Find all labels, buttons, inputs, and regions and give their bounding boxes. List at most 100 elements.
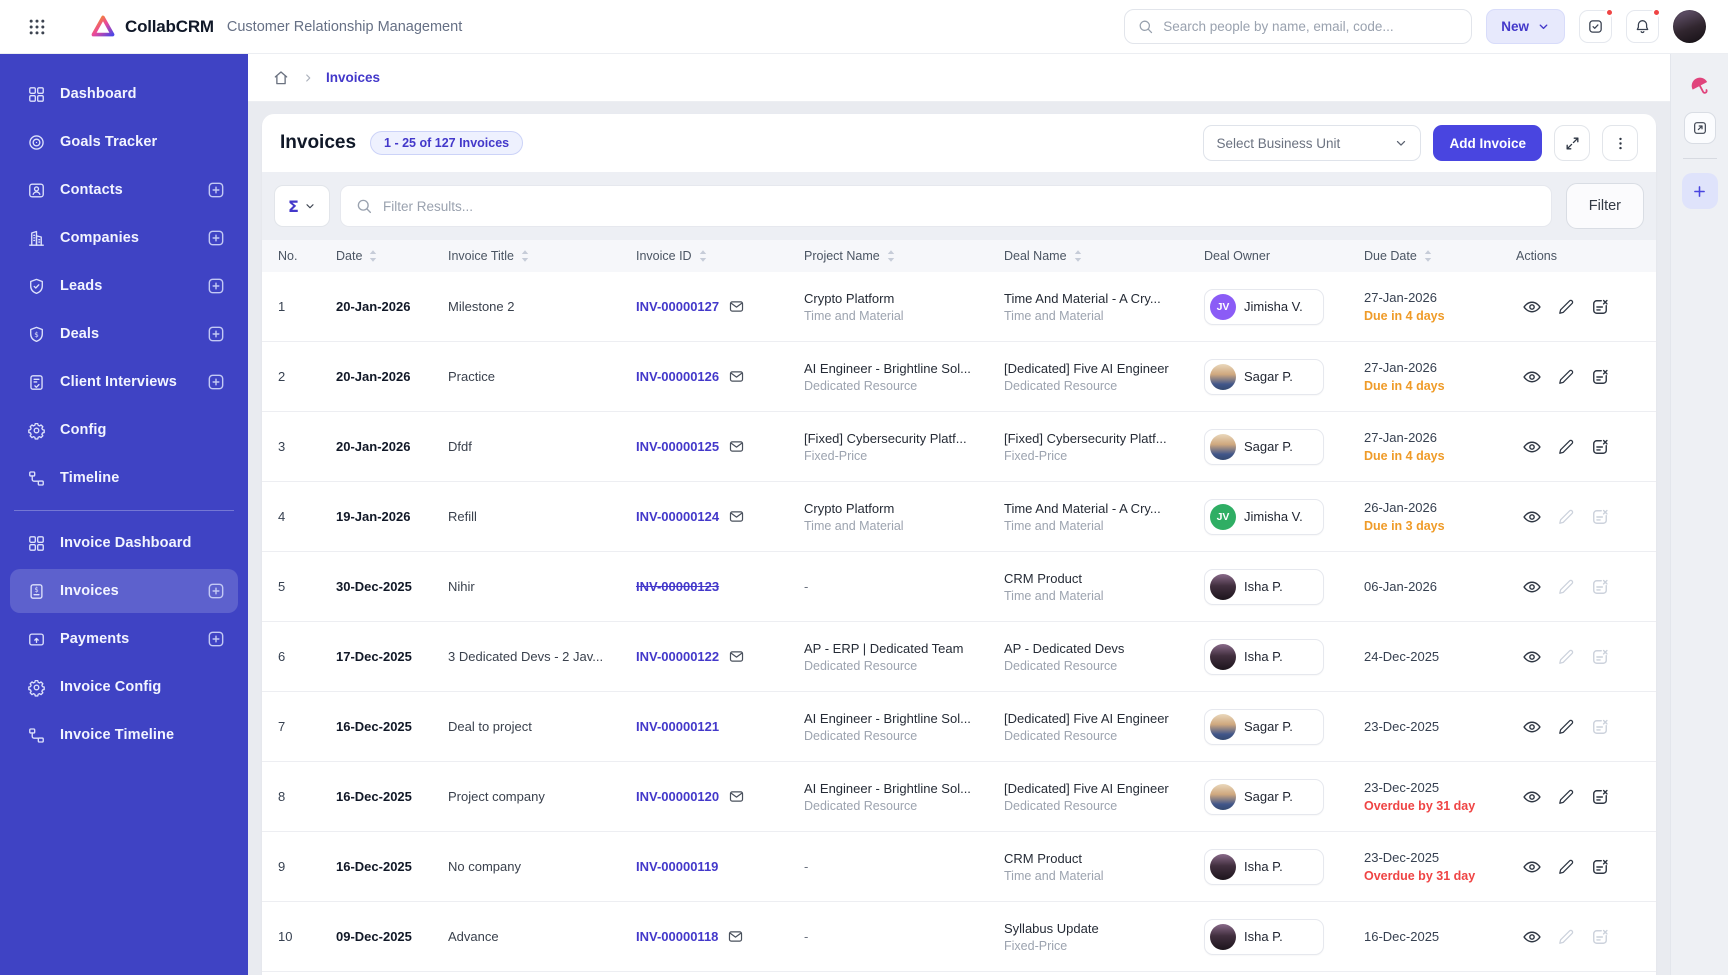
mail-icon[interactable] xyxy=(727,928,744,945)
plus-square-icon[interactable] xyxy=(205,180,226,201)
sort-icon[interactable] xyxy=(698,249,708,263)
view-invoice-icon[interactable] xyxy=(1522,367,1542,387)
cancel-invoice-icon[interactable] xyxy=(1590,367,1610,387)
invoice-id-link[interactable]: INV-00000127 xyxy=(636,299,719,314)
deal-owner-pill[interactable]: Sagar P. xyxy=(1204,428,1324,465)
apps-grid-icon[interactable] xyxy=(20,10,54,44)
view-invoice-icon[interactable] xyxy=(1522,787,1542,807)
view-invoice-icon[interactable] xyxy=(1522,577,1542,597)
mail-icon[interactable] xyxy=(728,788,745,805)
breadcrumb-current[interactable]: Invoices xyxy=(326,70,380,85)
view-invoice-icon[interactable] xyxy=(1522,647,1542,667)
deal-owner-pill[interactable]: Sagar P. xyxy=(1204,778,1324,815)
open-in-new-button[interactable] xyxy=(1683,112,1716,144)
view-invoice-icon[interactable] xyxy=(1522,857,1542,877)
tasks-button[interactable] xyxy=(1579,8,1614,43)
invoice-id-link[interactable]: INV-00000126 xyxy=(636,369,719,384)
business-unit-select[interactable]: Select Business Unit xyxy=(1203,125,1422,161)
plus-square-icon[interactable] xyxy=(205,228,226,249)
view-invoice-icon[interactable] xyxy=(1522,927,1542,947)
invoice-id-link[interactable]: INV-00000120 xyxy=(636,789,719,804)
view-invoice-icon[interactable] xyxy=(1522,297,1542,317)
column-header-project-name[interactable]: Project Name xyxy=(804,249,1004,263)
sidebar-item-leads[interactable]: Leads xyxy=(10,264,238,308)
more-options-button[interactable] xyxy=(1602,125,1638,161)
deal-owner-pill[interactable]: Isha P. xyxy=(1204,918,1324,955)
edit-invoice-icon[interactable] xyxy=(1557,858,1575,876)
sidebar-item-dashboard[interactable]: Dashboard xyxy=(10,72,238,116)
sort-icon[interactable] xyxy=(1423,249,1433,263)
column-header-invoice-title[interactable]: Invoice Title xyxy=(448,249,636,263)
invoice-id-link[interactable]: INV-00000119 xyxy=(636,859,718,874)
deal-owner-pill[interactable]: JV Jimisha V. xyxy=(1204,288,1324,325)
sort-icon[interactable] xyxy=(886,249,896,263)
column-header-due-date[interactable]: Due Date xyxy=(1364,249,1516,263)
sidebar-item-invoice-config[interactable]: Invoice Config xyxy=(10,665,238,709)
column-header-date[interactable]: Date xyxy=(336,249,448,263)
sidebar-item-invoices[interactable]: $ Invoices xyxy=(10,569,238,613)
mail-icon[interactable] xyxy=(728,298,745,315)
view-invoice-icon[interactable] xyxy=(1522,437,1542,457)
invoice-id-link[interactable]: INV-00000122 xyxy=(636,649,719,664)
invoice-id-link[interactable]: INV-00000124 xyxy=(636,509,719,524)
deal-owner-pill[interactable]: JV Jimisha V. xyxy=(1204,498,1324,535)
deal-owner-pill[interactable]: Isha P. xyxy=(1204,638,1324,675)
plus-square-icon[interactable] xyxy=(205,276,226,297)
aggregate-select[interactable]: Σ xyxy=(274,185,330,227)
deal-owner-pill[interactable]: Sagar P. xyxy=(1204,358,1324,395)
edit-invoice-icon[interactable] xyxy=(1557,298,1575,316)
sidebar-item-client-interviews[interactable]: Client Interviews xyxy=(10,360,238,404)
deal-owner-pill[interactable]: Isha P. xyxy=(1204,848,1324,885)
filter-results-input[interactable] xyxy=(383,198,1537,214)
mail-icon[interactable] xyxy=(728,648,745,665)
brand[interactable]: CollabCRM Customer Relationship Manageme… xyxy=(90,14,462,40)
column-header-deal-name[interactable]: Deal Name xyxy=(1004,249,1204,263)
view-invoice-icon[interactable] xyxy=(1522,507,1542,527)
mail-icon[interactable] xyxy=(728,438,745,455)
deal-owner-pill[interactable]: Sagar P. xyxy=(1204,708,1324,745)
edit-invoice-icon[interactable] xyxy=(1557,368,1575,386)
rail-add-button[interactable] xyxy=(1681,173,1718,209)
cancel-invoice-icon[interactable] xyxy=(1590,297,1610,317)
invoice-id-link[interactable]: INV-00000121 xyxy=(636,719,719,734)
cancel-invoice-icon[interactable] xyxy=(1590,787,1610,807)
view-invoice-icon[interactable] xyxy=(1522,717,1542,737)
mail-icon[interactable] xyxy=(728,508,745,525)
global-search[interactable] xyxy=(1124,9,1473,44)
sidebar-item-invoice-dashboard[interactable]: Invoice Dashboard xyxy=(10,521,238,565)
plus-square-icon[interactable] xyxy=(205,581,226,602)
sidebar-item-contacts[interactable]: Contacts xyxy=(10,168,238,212)
plus-square-icon[interactable] xyxy=(205,629,226,650)
notifications-button[interactable] xyxy=(1626,8,1661,43)
umbrella-icon[interactable] xyxy=(1688,74,1712,98)
plus-square-icon[interactable] xyxy=(205,324,226,345)
cancel-invoice-icon[interactable] xyxy=(1590,437,1610,457)
filter-results-search[interactable] xyxy=(340,185,1552,227)
deal-owner-pill[interactable]: Isha P. xyxy=(1204,568,1324,605)
sort-icon[interactable] xyxy=(368,249,378,263)
cancel-invoice-icon[interactable] xyxy=(1590,857,1610,877)
sidebar-item-goals-tracker[interactable]: Goals Tracker xyxy=(10,120,238,164)
invoice-id-link[interactable]: INV-00000118 xyxy=(636,929,718,944)
invoice-id-link[interactable]: INV-00000125 xyxy=(636,439,719,454)
home-icon[interactable] xyxy=(272,69,290,87)
invoice-id-link[interactable]: INV-00000123 xyxy=(636,579,719,594)
column-header-invoice-id[interactable]: Invoice ID xyxy=(636,249,804,263)
sidebar-item-invoice-timeline[interactable]: Invoice Timeline xyxy=(10,713,238,757)
sort-icon[interactable] xyxy=(520,249,530,263)
edit-invoice-icon[interactable] xyxy=(1557,438,1575,456)
expand-button[interactable] xyxy=(1554,125,1590,161)
edit-invoice-icon[interactable] xyxy=(1557,788,1575,806)
sort-icon[interactable] xyxy=(1073,249,1083,263)
add-invoice-button[interactable]: Add Invoice xyxy=(1433,125,1542,161)
filter-button[interactable]: Filter xyxy=(1565,183,1644,229)
sidebar-item-deals[interactable]: $ Deals xyxy=(10,312,238,356)
new-button[interactable]: New xyxy=(1486,9,1565,44)
sidebar-item-config[interactable]: Config xyxy=(10,408,238,452)
global-search-input[interactable] xyxy=(1163,19,1460,34)
plus-square-icon[interactable] xyxy=(205,372,226,393)
user-avatar[interactable] xyxy=(1673,10,1706,43)
sidebar-item-companies[interactable]: Companies xyxy=(10,216,238,260)
mail-icon[interactable] xyxy=(728,368,745,385)
edit-invoice-icon[interactable] xyxy=(1557,718,1575,736)
